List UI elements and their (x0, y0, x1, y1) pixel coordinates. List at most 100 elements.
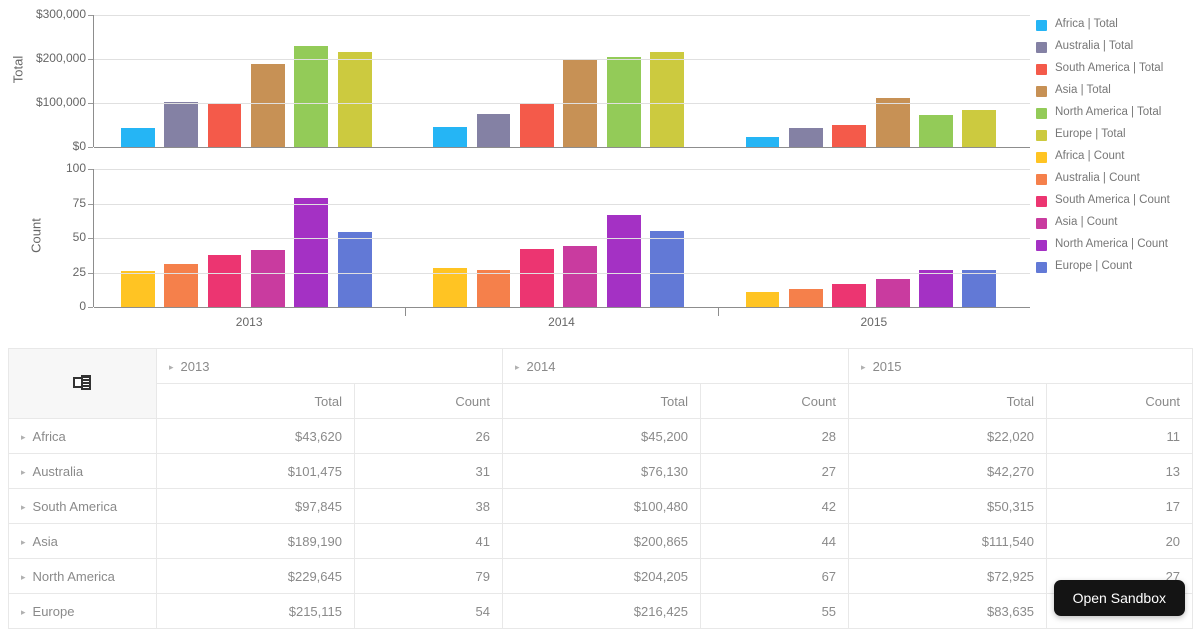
bar[interactable] (164, 264, 199, 307)
x-axis-group-label: 2015 (860, 315, 888, 329)
legend-item[interactable]: Africa | Count (1036, 146, 1200, 168)
bar[interactable] (962, 110, 997, 147)
bar[interactable] (207, 103, 242, 147)
count-axis-title: Count (28, 218, 44, 253)
bar[interactable] (433, 127, 468, 147)
axis-tick (88, 59, 93, 60)
legend-item[interactable]: Australia | Total (1036, 36, 1200, 58)
bar[interactable] (788, 128, 823, 147)
pivot-row-header[interactable]: ▸ Europe (8, 593, 157, 629)
table-row: ▸ Asia $189,190 41 $200,865 44 $111,540 20 (8, 523, 1194, 559)
pivot-field-list-button[interactable] (8, 348, 157, 419)
bar[interactable] (294, 197, 329, 307)
pivot-row-header[interactable]: ▸ South America (8, 488, 157, 524)
legend-item-label: South America | Count (1055, 194, 1170, 207)
pivot-measure-header[interactable]: Count (700, 383, 850, 419)
bar[interactable] (875, 279, 910, 307)
gridline (94, 272, 1030, 274)
pivot-cell: 79 (353, 558, 504, 594)
bar[interactable] (120, 271, 155, 307)
bar[interactable] (788, 289, 823, 307)
pivot-row-label: North America (32, 568, 115, 584)
pivot-cell: $200,865 (502, 523, 702, 559)
pivot-measure-header[interactable]: Total (848, 383, 1048, 419)
pivot-row-header[interactable]: ▸ Australia (8, 453, 157, 489)
bar[interactable] (919, 114, 953, 147)
legend-item-label: Africa | Count (1055, 150, 1125, 163)
bar[interactable] (164, 102, 199, 147)
pivot-measure-header[interactable]: Count (1046, 383, 1194, 419)
bar[interactable] (207, 254, 242, 307)
legend-item[interactable]: Australia | Count (1036, 168, 1200, 190)
bar[interactable] (650, 231, 684, 307)
legend-item[interactable]: North America | Count (1036, 234, 1200, 256)
bar[interactable] (745, 291, 780, 307)
bar[interactable] (251, 63, 285, 147)
expand-chevron-icon: ▸ (21, 466, 26, 477)
bar[interactable] (919, 269, 953, 307)
expand-chevron-icon: ▸ (169, 361, 174, 372)
pivot-cell: $42,270 (848, 453, 1048, 489)
legend-item[interactable]: Africa | Total (1036, 14, 1200, 36)
gridline (94, 103, 1030, 104)
bar[interactable] (433, 268, 468, 307)
pivot-measure-header[interactable]: Total (156, 383, 355, 419)
axis-tick (88, 238, 93, 239)
legend-item[interactable]: Europe | Count (1036, 256, 1200, 278)
pivot-table-wrap: ▸ 2013 ▸ 2014 ▸ 2015 Total Count Total Count Total… (8, 348, 1194, 629)
bar[interactable] (476, 113, 511, 147)
x-axis-group-label: 2014 (548, 315, 575, 329)
bar[interactable] (337, 232, 372, 307)
pivot-cell: 27 (700, 453, 850, 489)
table-row: ▸Europe$215,11554$216,42555$83,63527 (8, 593, 1194, 629)
bar[interactable] (832, 283, 867, 307)
expand-chevron-icon: ▸ (21, 571, 26, 582)
total-plot-area (93, 15, 1030, 148)
pivot-year-header[interactable]: ▸ 2014 (502, 348, 850, 384)
bar[interactable] (251, 250, 285, 307)
pivot-measure-header[interactable]: Total (502, 383, 702, 419)
legend-item[interactable]: South America | Total (1036, 58, 1200, 80)
bar[interactable] (519, 249, 554, 307)
open-sandbox-button[interactable]: Open Sandbox (1053, 580, 1185, 616)
pivot-cell: 44 (700, 523, 850, 559)
bar[interactable] (476, 269, 511, 307)
bar[interactable] (563, 246, 598, 307)
bar[interactable] (962, 269, 997, 307)
legend-item[interactable]: Asia | Total (1036, 80, 1200, 102)
count-chart-tick-label: 0 (79, 299, 86, 313)
bar[interactable] (745, 137, 780, 147)
bar[interactable] (832, 124, 867, 147)
bar[interactable] (519, 102, 554, 147)
pivot-cell: 55 (700, 593, 850, 629)
legend-item-label: Europe | Total (1055, 128, 1126, 141)
bar[interactable] (294, 45, 329, 147)
bar[interactable] (120, 127, 155, 147)
pivot-cell: $111,540 (848, 523, 1048, 559)
legend-swatch-icon (1036, 107, 1047, 119)
legend-item[interactable]: South America | Count (1036, 190, 1200, 212)
bar[interactable] (875, 97, 910, 147)
table-row: ▸ South America $97,845 38 $100,480 42 $50,315… (8, 488, 1194, 524)
pivot-cell: 67 (700, 558, 850, 594)
bar[interactable] (337, 52, 372, 147)
pivot-row-header[interactable]: ▸ North America (8, 558, 157, 594)
pivot-year-header[interactable]: ▸ 2013 (155, 348, 504, 384)
pivot-year-header[interactable]: ▸ 2015 (848, 348, 1194, 384)
bar[interactable] (606, 214, 641, 307)
bar[interactable] (650, 51, 684, 147)
pivot-row-header[interactable]: ▸ Africa (8, 418, 157, 454)
charts-region: Total Count $0 $100,000 $200,000 $300,000 0… (0, 0, 1200, 340)
legend-swatch-icon (1036, 129, 1047, 141)
total-chart-tick-label: $0 (72, 139, 86, 153)
pivot-row-label: Asia (32, 533, 58, 549)
pivot-cell: 11 (1046, 418, 1194, 454)
legend-item[interactable]: Asia | Count (1036, 212, 1200, 234)
legend-item[interactable]: Europe | Total (1036, 124, 1200, 146)
legend-swatch-icon (1036, 63, 1047, 75)
pivot-measure-header[interactable]: Count (353, 383, 504, 419)
pivot-table: ▸ 2013 ▸ 2014 ▸ 2015 Total Count Total Count Total… (8, 348, 1194, 629)
table-row: ▸ Africa $43,620 26 $45,200 28 $22,020 11 (8, 418, 1194, 454)
pivot-row-header[interactable]: ▸ Asia (8, 523, 157, 559)
legend-item[interactable]: North America | Total (1036, 102, 1200, 124)
